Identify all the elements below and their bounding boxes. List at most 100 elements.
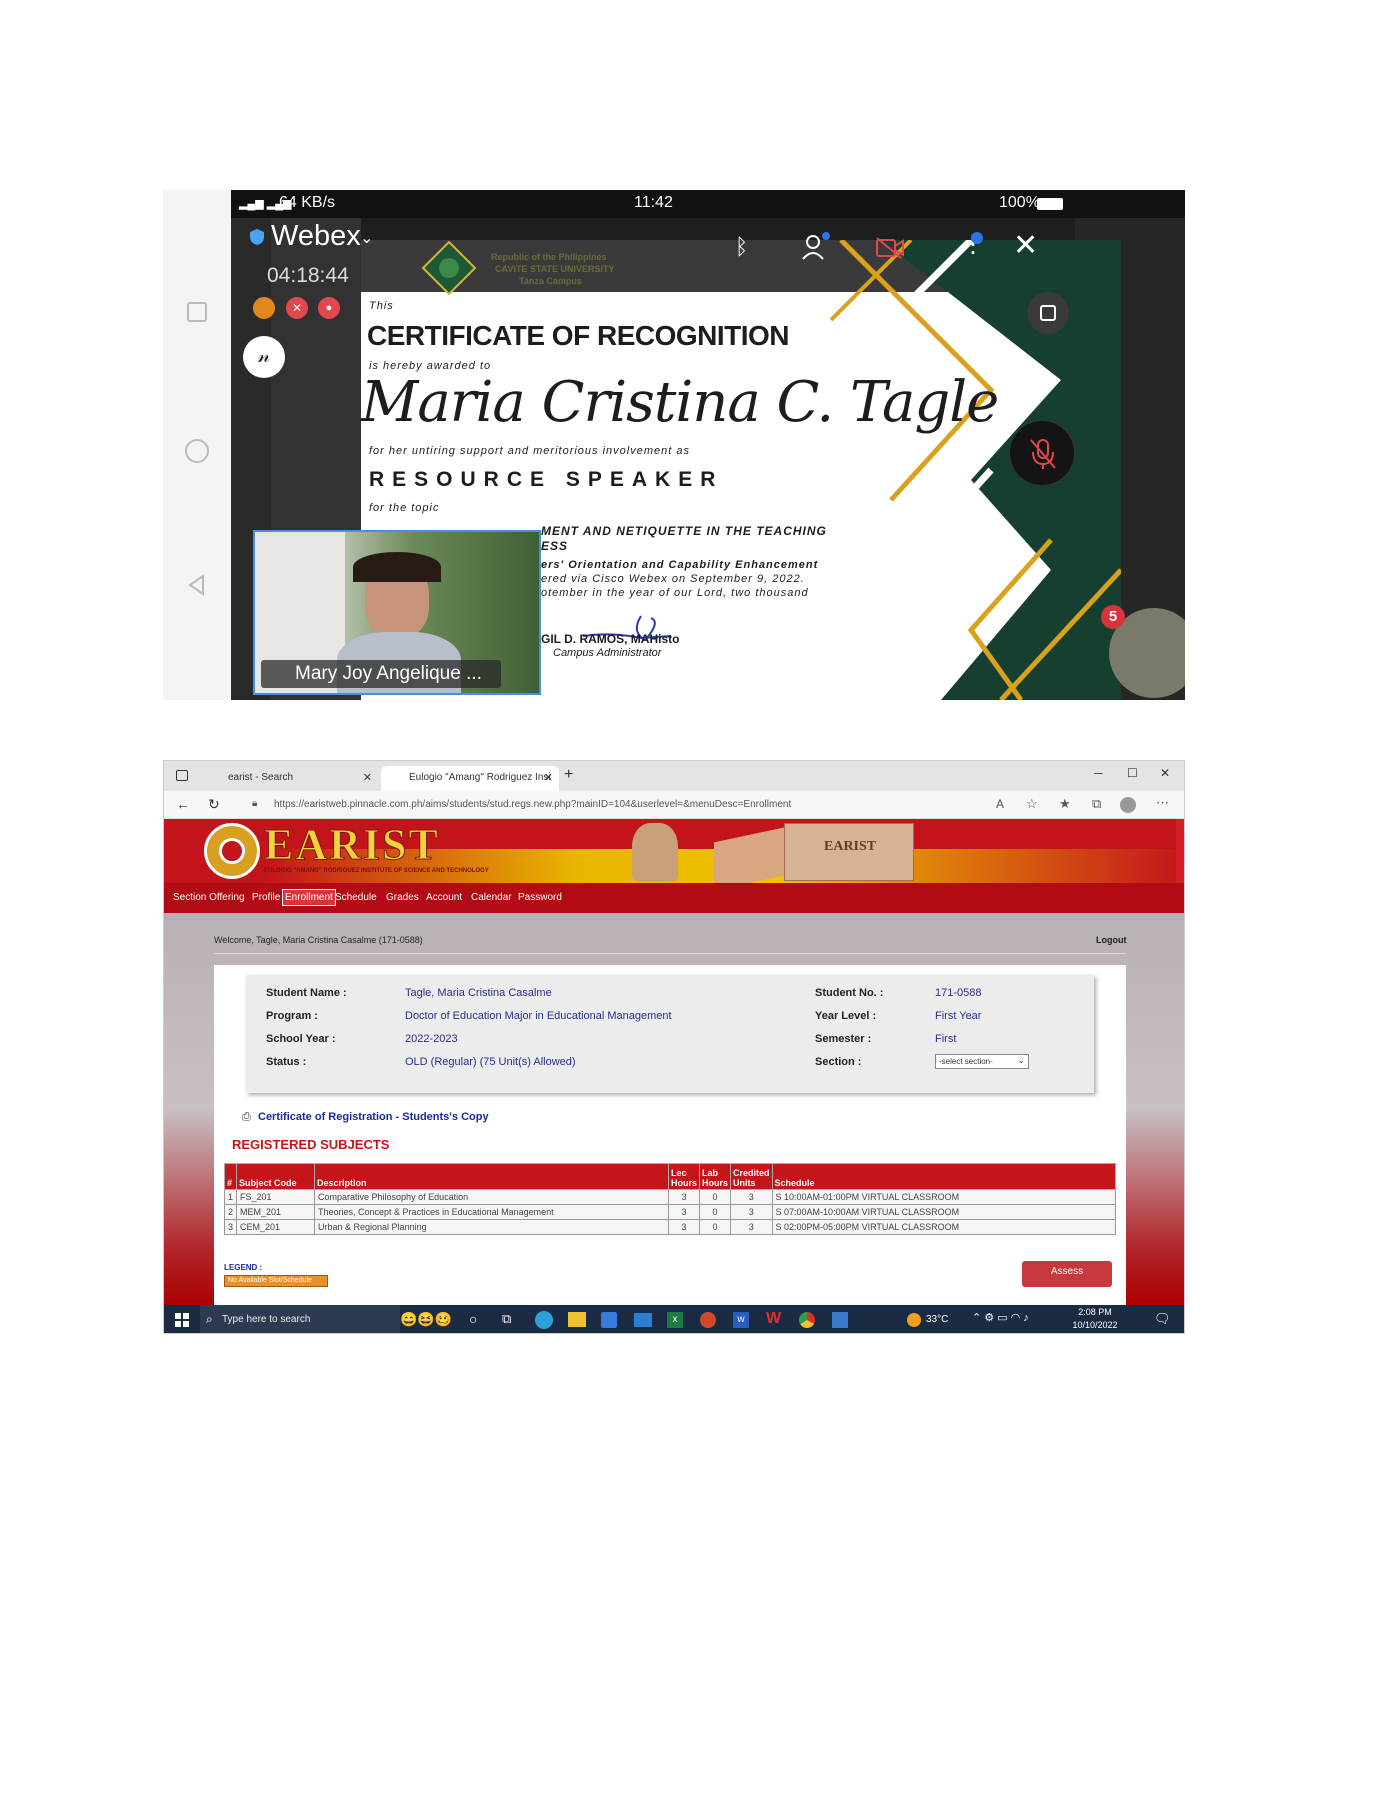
back-icon[interactable]: ←	[176, 796, 190, 812]
credited-units: 3	[730, 1204, 773, 1220]
photos-icon[interactable]	[832, 1312, 848, 1328]
menu-grades[interactable]: Grades	[386, 892, 419, 903]
webex-screen: ▂▄▆ ▂▄▆ 64 KB/s 11:42 100% Republic of t…	[231, 190, 1185, 700]
signer-title: Campus Administrator	[553, 647, 662, 659]
menu-dots-icon[interactable]: ⋯	[1156, 795, 1169, 811]
student-name-label: Student Name :	[266, 987, 347, 999]
site-menu: Section Offering Profile Enrollment Sche…	[164, 883, 1184, 913]
menu-profile[interactable]: Profile	[252, 892, 280, 903]
new-tab-icon[interactable]: +	[564, 766, 573, 784]
back-icon[interactable]	[185, 573, 209, 597]
menu-enrollment[interactable]: Enrollment	[282, 889, 336, 906]
read-aloud-icon[interactable]: A	[996, 797, 1004, 811]
table-row: 3 CEM_201 Urban & Regional Planning 3 0 …	[223, 1219, 1117, 1235]
chevron-down-icon[interactable]: ⌄	[360, 228, 373, 248]
window-close-icon[interactable]: ✕	[1160, 766, 1170, 780]
menu-section-offering[interactable]: Section Offering	[173, 892, 245, 903]
layout-icon	[1040, 305, 1056, 321]
emoji-search-highlight-icon[interactable]: 😄😆🥴	[400, 1311, 452, 1328]
store-icon[interactable]	[601, 1312, 617, 1328]
powerpoint-icon[interactable]	[700, 1312, 716, 1328]
temperature: 33°C	[926, 1314, 949, 1325]
collections-icon[interactable]: ⧉	[1092, 796, 1101, 812]
semester-label: Semester :	[815, 1033, 872, 1045]
favorites-icon[interactable]: ★	[1059, 796, 1071, 812]
welcome-text: Welcome, Tagle, Maria Cristina Casalme (…	[214, 935, 423, 945]
earist-logo-text: EARIST	[264, 820, 440, 870]
tab-earist-portal[interactable]: Eulogio "Amang" Rodriguez Insi ✕	[381, 766, 559, 791]
menu-calendar[interactable]: Calendar	[471, 892, 512, 903]
subject-code: FS_201	[236, 1189, 316, 1205]
taskbar-search-box[interactable]: ⌕ Type here to search	[200, 1305, 400, 1333]
file-explorer-icon[interactable]	[568, 1312, 586, 1327]
word-icon[interactable]: w	[733, 1312, 749, 1328]
close-tab-icon[interactable]: ✕	[544, 771, 553, 784]
excel-icon[interactable]: x	[667, 1312, 683, 1328]
assess-button[interactable]: Assess	[1022, 1261, 1112, 1287]
lock-icon[interactable]: 🔒︎	[252, 798, 257, 809]
home-icon[interactable]	[183, 437, 211, 465]
tab-earist-search[interactable]: earist - Search ✕	[200, 766, 378, 791]
taskbar-search-placeholder: Type here to search	[222, 1314, 311, 1325]
minimize-icon[interactable]: ─	[1094, 766, 1103, 780]
close-tab-icon[interactable]: ✕	[363, 771, 372, 784]
chrome-icon[interactable]	[799, 1312, 815, 1328]
taskbar-date: 10/10/2022	[1072, 1320, 1118, 1330]
subject-schedule: S 10:00AM-01:00PM VIRTUAL CLASSROOM	[771, 1189, 1117, 1205]
bluetooth-icon[interactable]: ᛒ	[735, 234, 748, 260]
profile-avatar[interactable]	[1120, 797, 1136, 813]
participant-video[interactable]: Mary Joy Angelique ...	[253, 530, 541, 695]
shield-icon	[250, 229, 264, 245]
mute-button[interactable]	[1009, 420, 1075, 486]
cert-event-line3: otember in the year of our Lord, two tho…	[541, 587, 809, 599]
logout-link[interactable]: Logout	[1096, 935, 1127, 945]
switch-layout-button[interactable]	[1027, 292, 1069, 334]
header-line-3: Tanza Campus	[519, 276, 582, 286]
participants-icon[interactable]	[801, 232, 831, 262]
row-number: 1	[223, 1189, 238, 1205]
lec-hours: 3	[668, 1189, 701, 1205]
col-description: Description	[314, 1163, 670, 1190]
student-no-value: 171-0588	[935, 987, 982, 999]
system-tray-icons[interactable]: ⌃ ⚙ ▭ ◠ ♪	[972, 1311, 1029, 1324]
recording-icon[interactable]: ●	[318, 297, 340, 319]
menu-password[interactable]: Password	[518, 892, 562, 903]
year-level-label: Year Level :	[815, 1010, 877, 1022]
col-schedule: Schedule	[771, 1163, 1117, 1190]
menu-account[interactable]: Account	[426, 892, 462, 903]
status-label: Status :	[266, 1056, 307, 1068]
annotate-icon[interactable]: 𝓃	[243, 336, 285, 378]
windows-start-icon[interactable]	[175, 1313, 189, 1327]
signer-name: GIL D. RAMOS, MAHisto	[541, 632, 680, 646]
col-credited-units: Credited Units	[730, 1163, 773, 1190]
close-icon[interactable]: ✕	[1013, 228, 1038, 263]
mobile-screenshot: ▂▄▆ ▂▄▆ 64 KB/s 11:42 100% Republic of t…	[163, 190, 1185, 700]
edge-icon[interactable]	[535, 1311, 553, 1329]
recent-apps-icon[interactable]	[185, 300, 209, 324]
credited-units: 3	[730, 1189, 773, 1205]
refresh-icon[interactable]: ↻	[208, 796, 220, 813]
subject-schedule: S 07:00AM-10:00AM VIRTUAL CLASSROOM	[771, 1204, 1117, 1220]
section-select[interactable]: -select section- ⌄	[935, 1054, 1029, 1069]
mail-icon[interactable]	[634, 1313, 652, 1327]
menu-schedule[interactable]: Schedule	[335, 892, 377, 903]
weather-icon[interactable]	[907, 1313, 921, 1327]
notification-dot	[971, 232, 983, 244]
url-field[interactable]: https://earistweb.pinnacle.com.ph/aims/s…	[274, 799, 791, 810]
cortana-icon[interactable]: ○	[469, 1311, 477, 1327]
wps-icon[interactable]: W	[766, 1310, 781, 1328]
notifications-icon[interactable]: 🗨︎	[1154, 1311, 1171, 1327]
cert-topic-line1: MENT AND NETIQUETTE IN THE TEACHING	[541, 524, 827, 538]
muted-indicator-icon[interactable]: ✕	[286, 297, 308, 319]
task-view-icon[interactable]: ⧉	[502, 1311, 511, 1327]
divider	[214, 953, 1126, 954]
cor-link[interactable]: Certificate of Registration - Students's…	[258, 1111, 489, 1123]
enrollment-panel: Student Name : Tagle, Maria Cristina Cas…	[214, 965, 1126, 1305]
page-content: Welcome, Tagle, Maria Cristina Casalme (…	[164, 913, 1184, 1305]
tab-actions-icon[interactable]	[176, 770, 188, 781]
video-off-icon[interactable]	[875, 236, 905, 260]
maximize-icon[interactable]: ☐	[1127, 766, 1138, 780]
favorite-icon[interactable]: ☆	[1026, 796, 1038, 812]
col-lab-hours: Lab Hours	[699, 1163, 732, 1190]
signal-quality-icon[interactable]	[253, 297, 275, 319]
